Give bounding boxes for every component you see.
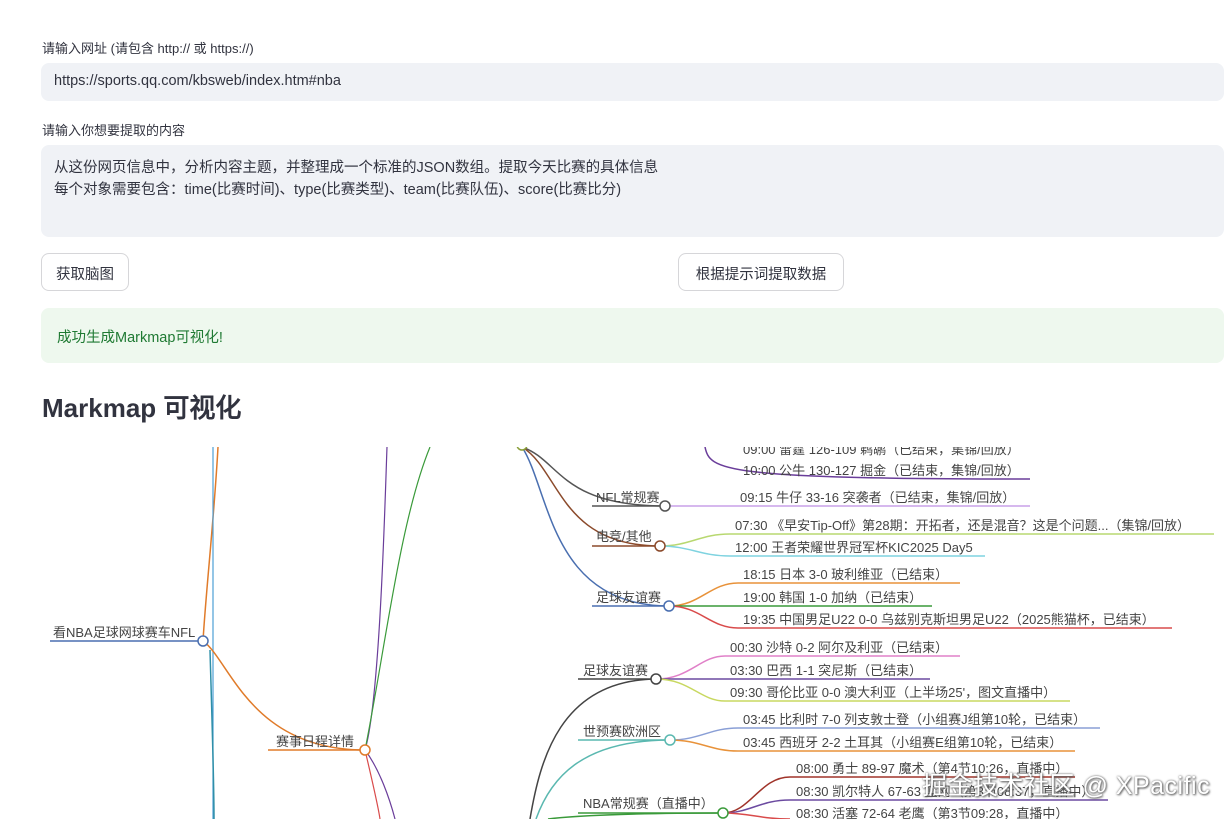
success-alert-text: 成功生成Markmap可视化! (57, 330, 223, 346)
leaf-text: 03:45 比利时 7-0 列支敦士登（小组赛J组第10轮，已结束） (743, 712, 1086, 727)
node-label-nfl: NFL常规赛 (596, 490, 660, 505)
leaf-text: 08:30 活塞 72-64 老鹰（第3节09:28，直播中） (796, 806, 1068, 819)
node-label-friendly-2: 足球友谊赛 (583, 663, 648, 678)
branch-link (202, 447, 219, 642)
node-circle (516, 447, 528, 451)
leaf-link (722, 812, 791, 819)
success-alert: 成功生成Markmap可视化! (41, 308, 1224, 363)
leaf-text: 09:30 哥伦比亚 0-0 澳大利亚（上半场25'，图文直播中） (730, 685, 1056, 700)
url-label: 请输入网址 (请包含 http:// 或 https://) (42, 41, 254, 56)
leaf-text: 07:30 《早安Tip-Off》第28期：开拓者，还是混音？这是个问题...（… (735, 518, 1190, 533)
branch-link (364, 447, 431, 751)
schedule-label: 赛事日程详情 (276, 734, 354, 749)
node-circle (663, 600, 675, 612)
leaf-text: 12:00 王者荣耀世界冠军杯KIC2025 Day5 (735, 540, 973, 555)
watermark: 掘金技术社区 @ XPacific (922, 772, 1211, 800)
leaf-text: 19:00 韩国 1-0 加纳（已结束） (743, 590, 922, 605)
root-node-circle (197, 635, 209, 647)
branch-link (364, 447, 388, 751)
node-circle (650, 673, 662, 685)
node-circle (654, 540, 666, 552)
node-label-nba-live: NBA常规赛（直播中） (583, 796, 714, 811)
leaf-text: 03:45 西班牙 2-2 土耳其（小组赛E组第10轮，已结束） (743, 735, 1062, 750)
leaf-text: 09:00 雷霆 126-109 鹈鹕（已结束，集锦/回放） (743, 447, 1020, 457)
node-label-friendly: 足球友谊赛 (596, 590, 661, 605)
markmap-svg[interactable]: 09:00 雷霆 126-109 鹈鹕（已结束，集锦/回放） 10:00 公牛 … (0, 447, 1224, 819)
node-label-wcq: 世预赛欧洲区 (583, 724, 661, 739)
prompt-line-2: 每个对象需要包含：time(比赛时间)、type(比赛类型)、team(比赛队伍… (54, 182, 622, 198)
leaf-text: 00:30 沙特 0-2 阿尔及利亚（已结束） (730, 640, 948, 655)
schedule-node-circle (359, 744, 371, 756)
leaf-text: 09:15 牛仔 33-16 突袭者（已结束，集锦/回放） (740, 490, 1015, 505)
node-label-esports: 电竞/其他 (596, 529, 652, 544)
get-mindmap-button[interactable]: 获取脑图 (41, 253, 129, 291)
markmap-heading: Markmap 可视化 (42, 393, 242, 423)
leaf-text: 18:15 日本 3-0 玻利维亚（已结束） (743, 567, 948, 582)
root-label: 看NBA足球网球赛车NFL (53, 625, 195, 640)
url-input[interactable]: https://sports.qq.com/kbsweb/index.htm#n… (41, 63, 1224, 101)
extract-data-button[interactable]: 根据提示词提取数据 (678, 253, 844, 291)
branch-link (547, 812, 724, 819)
branch-link (364, 749, 396, 819)
node-circle (717, 807, 729, 819)
leaf-text: 03:30 巴西 1-1 突尼斯（已结束） (730, 663, 922, 678)
prompt-textarea[interactable]: 从这份网页信息中，分析内容主题，并整理成一个标准的JSON数组。提取今天比赛的具… (41, 145, 1224, 237)
prompt-line-1: 从这份网页信息中，分析内容主题，并整理成一个标准的JSON数组。提取今天比赛的具… (54, 160, 659, 176)
node-circle (664, 734, 676, 746)
leaf-text: 19:35 中国男足U22 0-0 乌兹别克斯坦男足U22（2025熊猫杯，已结… (743, 612, 1155, 627)
node-circle (659, 500, 671, 512)
markmap-canvas[interactable]: 09:00 雷霆 126-109 鹈鹕（已结束，集锦/回放） 10:00 公牛 … (0, 447, 1224, 819)
prompt-label: 请输入你想要提取的内容 (42, 123, 186, 138)
leaf-text: 10:00 公牛 130-127 掘金（已结束，集锦/回放） (743, 463, 1020, 478)
